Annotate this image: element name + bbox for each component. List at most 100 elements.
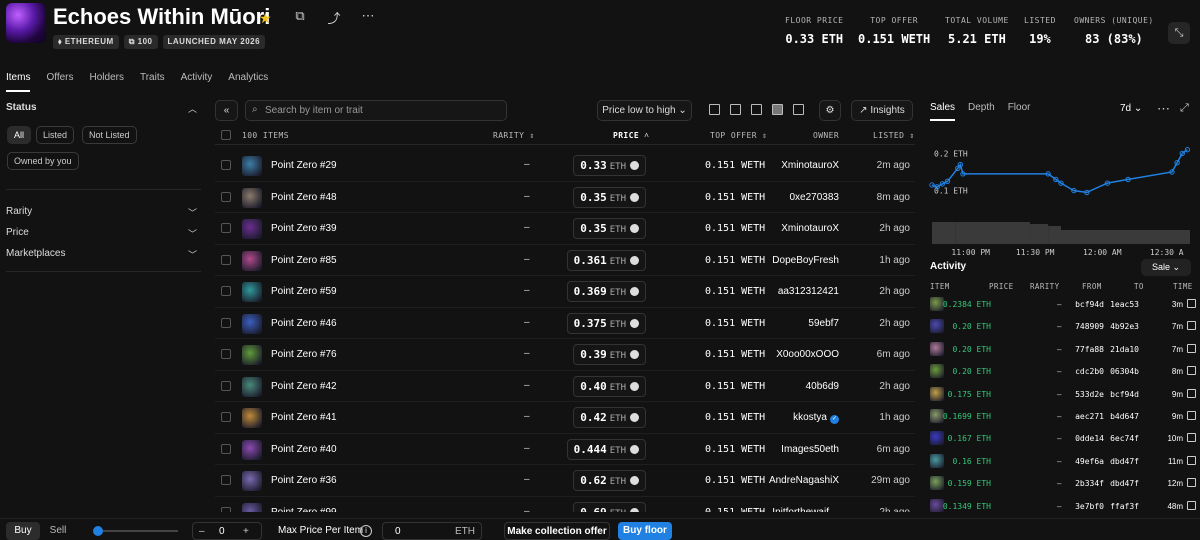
chevron-down-icon[interactable]: ﹀: [188, 227, 197, 240]
tab-sales[interactable]: Sales: [930, 102, 956, 121]
row-checkbox[interactable]: [221, 412, 231, 422]
item-thumbnail[interactable]: [242, 471, 262, 491]
external-link-icon[interactable]: [1187, 455, 1196, 465]
row-checkbox[interactable]: [221, 317, 231, 328]
insights-button[interactable]: ↗ Insights: [851, 100, 913, 121]
external-link-icon[interactable]: [1187, 411, 1196, 420]
range-dropdown[interactable]: 7d ⌄: [1120, 103, 1142, 114]
activity-item-thumbnail[interactable]: [930, 476, 944, 491]
item-name[interactable]: Point Zero #41: [271, 412, 337, 423]
cart-icon[interactable]: [630, 444, 639, 454]
filter-rarity[interactable]: Rarity: [6, 206, 32, 217]
max-price-input[interactable]: 0 ETH: [382, 522, 482, 540]
external-link-icon[interactable]: [1187, 500, 1196, 510]
item-owner[interactable]: aa312312421: [778, 286, 839, 297]
item-thumbnail[interactable]: [242, 345, 262, 365]
cart-icon[interactable]: [630, 381, 639, 391]
external-link-icon[interactable]: [1187, 366, 1196, 376]
item-owner[interactable]: Initforthewaif…: [772, 507, 839, 513]
cart-icon[interactable]: [630, 318, 639, 328]
row-checkbox[interactable]: [221, 191, 231, 202]
table-row[interactable]: Point Zero #39 – 0.35 ETH 0.151 WETH Xminotau…: [215, 213, 915, 245]
item-owner[interactable]: 0xe270383: [790, 192, 840, 203]
search-box[interactable]: ⌕: [245, 100, 507, 121]
row-checkbox[interactable]: [221, 380, 231, 391]
item-thumbnail[interactable]: [242, 313, 262, 334]
status-title[interactable]: Status: [6, 102, 37, 113]
item-owner[interactable]: Images50eth: [781, 444, 839, 455]
view-table-icon[interactable]: [793, 104, 804, 115]
sweep-slider-handle[interactable]: [93, 526, 103, 536]
item-name[interactable]: Point Zero #99: [271, 507, 337, 513]
item-name[interactable]: Point Zero #76: [271, 349, 337, 360]
activity-to[interactable]: dbd47f: [1110, 479, 1139, 488]
filter-price[interactable]: Price: [6, 227, 29, 238]
price-button[interactable]: 0.361 ETH: [566, 249, 646, 271]
activity-row[interactable]: 0.167 ETH – 0dde14 6ec74f 10m: [922, 428, 1200, 450]
price-button[interactable]: 0.39 ETH: [573, 344, 646, 365]
price-button[interactable]: 0.62 ETH: [573, 470, 646, 491]
cart-icon[interactable]: [630, 192, 639, 202]
activity-filter-dropdown[interactable]: Sale ⌄: [1141, 259, 1191, 276]
item-thumbnail[interactable]: [242, 376, 262, 397]
view-list-icon[interactable]: [772, 104, 783, 115]
activity-item-thumbnail[interactable]: [930, 386, 944, 401]
activity-item-thumbnail[interactable]: [930, 453, 944, 468]
item-owner[interactable]: AndreNagashiX: [769, 475, 839, 486]
chip-not-listed[interactable]: Not Listed: [82, 126, 137, 144]
activity-row[interactable]: 0.20 ETH – cdc2b0 06304b 8m: [922, 361, 1200, 383]
row-checkbox[interactable]: [221, 475, 231, 485]
cart-icon[interactable]: [630, 476, 639, 485]
item-name[interactable]: Point Zero #85: [271, 255, 337, 266]
cart-icon[interactable]: [630, 287, 639, 296]
activity-row[interactable]: 0.2384 ETH – bcf94d 1eac53 3m: [922, 294, 1200, 316]
cart-icon[interactable]: [630, 224, 639, 233]
activity-from[interactable]: 0dde14: [1075, 434, 1104, 443]
select-all-checkbox[interactable]: [221, 130, 231, 140]
collapse-sidebar-button[interactable]: «: [215, 100, 238, 121]
sweep-slider-track[interactable]: [96, 530, 178, 532]
price-button[interactable]: 0.35 ETH: [573, 218, 646, 239]
activity-from[interactable]: 77fa88: [1075, 345, 1104, 354]
row-checkbox[interactable]: [221, 254, 231, 265]
view-grid-icon[interactable]: [730, 104, 741, 115]
info-icon[interactable]: i: [360, 525, 372, 537]
item-name[interactable]: Point Zero #48: [271, 192, 337, 203]
activity-row[interactable]: 0.20 ETH – 748909 4b92e3 7m: [922, 316, 1200, 338]
price-button[interactable]: 0.375 ETH: [566, 312, 646, 334]
item-name[interactable]: Point Zero #46: [271, 318, 337, 329]
item-thumbnail[interactable]: [242, 156, 262, 176]
tab-activity[interactable]: Activity: [181, 72, 213, 92]
activity-to[interactable]: 1eac53: [1110, 300, 1139, 309]
activity-to[interactable]: 21da10: [1110, 345, 1139, 354]
activity-to[interactable]: 06304b: [1110, 367, 1139, 376]
activity-row[interactable]: 0.1699 ETH – aec271 b4d647 9m: [922, 406, 1200, 428]
buy-tab[interactable]: Buy: [6, 522, 40, 540]
view-grid-small-icon[interactable]: [751, 104, 762, 115]
row-checkbox[interactable]: [221, 349, 231, 359]
item-name[interactable]: Point Zero #40: [271, 444, 337, 455]
sale-point[interactable]: [1184, 147, 1191, 153]
header-top-offer[interactable]: TOP OFFER ⇕: [710, 131, 767, 140]
table-row[interactable]: Point Zero #99 – 0.69ETH 0.151 WETH Initfort…: [215, 497, 915, 513]
item-name[interactable]: Point Zero #59: [271, 286, 337, 297]
row-checkbox[interactable]: [221, 160, 231, 170]
table-row[interactable]: Point Zero #76 – 0.39 ETH 0.151 WETH X0oo00xO…: [215, 339, 915, 371]
activity-row[interactable]: 0.1349 ETH – 3e7bf0 ffaf3f 48m: [922, 496, 1200, 512]
cart-icon[interactable]: [630, 507, 639, 512]
item-name[interactable]: Point Zero #42: [271, 381, 337, 392]
chip-listed[interactable]: Listed: [36, 126, 75, 144]
activity-row[interactable]: 0.20 ETH – 77fa88 21da10 7m: [922, 339, 1200, 361]
search-input[interactable]: [265, 103, 495, 118]
activity-to[interactable]: ffaf3f: [1110, 502, 1139, 511]
cart-icon[interactable]: [630, 161, 639, 170]
item-name[interactable]: Point Zero #39: [271, 223, 337, 234]
row-checkbox[interactable]: [221, 506, 231, 512]
tab-analytics[interactable]: Analytics: [228, 72, 268, 92]
tab-holders[interactable]: Holders: [90, 72, 124, 92]
price-button[interactable]: 0.40 ETH: [573, 375, 646, 397]
activity-item-thumbnail[interactable]: [930, 341, 944, 356]
header-price[interactable]: PRICE ˄: [613, 131, 649, 140]
activity-from[interactable]: bcf94d: [1075, 300, 1104, 309]
activity-to[interactable]: 4b92e3: [1110, 322, 1139, 331]
